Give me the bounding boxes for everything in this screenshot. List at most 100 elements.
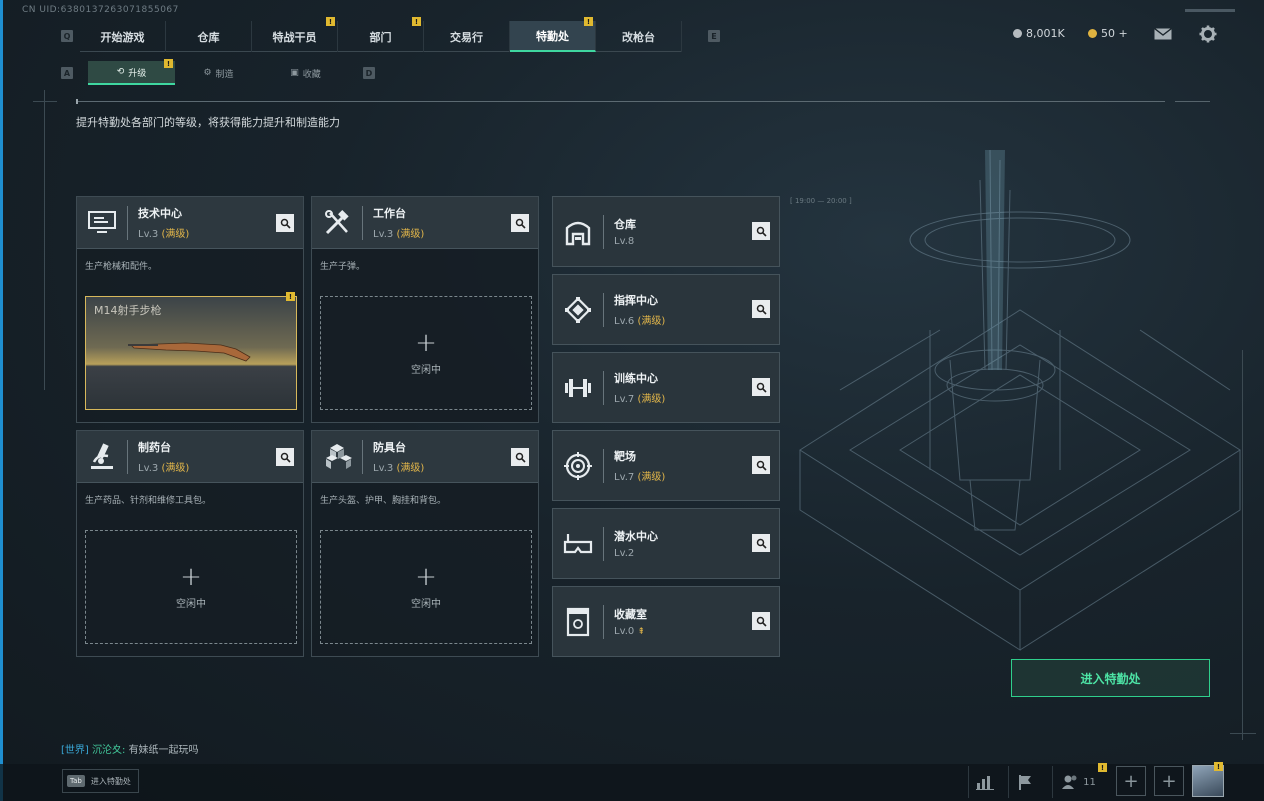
card-pharmacy[interactable]: 制药台 Lv.3 (满级) 生产药品、针剂和维修工具包。 + 空闲中	[76, 430, 304, 657]
currency-main-value: 8,001K	[1026, 27, 1065, 40]
card-header: 技术中心 Lv.3 (满级)	[77, 197, 303, 249]
level-value: Lv.7	[614, 394, 635, 405]
flag-icon[interactable]	[1008, 766, 1040, 798]
tab-label: 特勤处	[536, 29, 569, 43]
subtab-collection[interactable]: ▣ 收藏	[262, 61, 349, 85]
divider-end	[1175, 101, 1210, 102]
chat-message[interactable]: [世界] 沉沦夊: 有妹纸一起玩吗	[61, 741, 199, 756]
card-description: 生产子弹。	[320, 262, 366, 272]
friends-count: 11	[1083, 776, 1096, 788]
add-icon: +	[415, 561, 437, 592]
level-value: Lv.3	[373, 229, 394, 240]
side-item-level: Lv.8	[614, 236, 636, 247]
search-button[interactable]	[752, 378, 770, 396]
tab-start-game[interactable]: 开始游戏	[80, 21, 166, 52]
subtab-label: 制造	[215, 69, 234, 80]
crafting-slot-idle[interactable]: + 空闲中	[320, 296, 532, 410]
search-button[interactable]	[511, 448, 529, 466]
side-item-level: Lv.7 (满级)	[614, 390, 665, 405]
search-button[interactable]	[752, 222, 770, 240]
friends-button[interactable]: 11	[1052, 766, 1104, 798]
boxes-icon	[312, 431, 362, 483]
slot-status: 空闲中	[411, 364, 441, 376]
add-icon: +	[415, 327, 437, 358]
level-value: Lv.2	[614, 548, 635, 559]
card-tech-center[interactable]: 技术中心 Lv.3 (满级) 生产枪械和配件。 M14射手步枪 !	[76, 196, 304, 423]
card-header: 工作台 Lv.3 (满级)	[312, 197, 538, 249]
plus-icon: +	[1123, 770, 1139, 792]
crafting-slot-idle[interactable]: + 空闲中	[85, 530, 297, 644]
tab-shortcut-hint[interactable]: Tab 进入特勤处	[62, 769, 139, 793]
currency-secondary[interactable]: 50 +	[1088, 27, 1128, 40]
add-teammate-button[interactable]: +	[1154, 766, 1184, 796]
tab-operators[interactable]: 特战干员!	[252, 17, 338, 52]
upgrade-icon: ⟲	[116, 67, 125, 77]
level-value: Lv.8	[614, 236, 635, 247]
search-button[interactable]	[752, 612, 770, 630]
side-item-name: 潜水中心	[614, 530, 658, 543]
tab-department[interactable]: 部门!	[338, 17, 424, 52]
side-item-training-center[interactable]: 训练中心 Lv.7 (满级)	[552, 352, 780, 423]
nav-right-key[interactable]: E	[708, 30, 720, 42]
search-button[interactable]	[276, 214, 294, 232]
rifle-icon	[128, 342, 251, 362]
search-button[interactable]	[752, 456, 770, 474]
card-level: Lv.3 (满级)	[373, 459, 424, 474]
search-button[interactable]	[511, 214, 529, 232]
crafting-slot-m14[interactable]: M14射手步枪	[85, 296, 297, 410]
search-icon	[756, 382, 767, 393]
gear-icon[interactable]	[1198, 24, 1218, 44]
search-button[interactable]	[276, 448, 294, 466]
gold-coin-icon	[1088, 29, 1097, 38]
tab-label: 改枪台	[622, 30, 655, 44]
tab-market[interactable]: 交易行	[424, 21, 510, 52]
currency-secondary-value: 50 +	[1101, 27, 1128, 40]
side-item-name: 收藏室	[614, 608, 647, 621]
target-icon	[553, 440, 603, 492]
side-item-command-center[interactable]: 指挥中心 Lv.6 (满级)	[552, 274, 780, 345]
subtab-craft[interactable]: ⚙ 制造	[175, 61, 262, 85]
coin-icon	[1013, 29, 1022, 38]
tab-gunsmith[interactable]: 改枪台	[596, 21, 682, 52]
side-item-name: 指挥中心	[614, 294, 658, 307]
card-armor-bench[interactable]: 防具台 Lv.3 (满级) 生产头盔、护甲、胸挂和背包。 + 空闲中	[311, 430, 539, 657]
search-button[interactable]	[752, 300, 770, 318]
tab-label: 开始游戏	[100, 30, 145, 44]
subnav-right-key[interactable]: D	[363, 67, 375, 79]
level-value: Lv.6	[614, 316, 635, 327]
blueprint-illustration	[799, 150, 1241, 651]
search-icon	[756, 304, 767, 315]
enter-special-ops-button[interactable]: 进入特勤处	[1011, 659, 1210, 697]
side-item-diving-center[interactable]: 潜水中心 Lv.2	[552, 508, 780, 579]
card-workbench[interactable]: 工作台 Lv.3 (满级) 生产子弹。 + 空闲中	[311, 196, 539, 423]
nav-left-key[interactable]: Q	[61, 30, 73, 42]
main-nav: 开始游戏 仓库 特战干员! 部门! 交易行 特勤处! 改枪台	[80, 17, 682, 52]
tab-warehouse[interactable]: 仓库	[166, 21, 252, 52]
alert-badge: !	[326, 17, 335, 26]
mail-icon[interactable]	[1152, 26, 1174, 42]
side-item-name: 靶场	[614, 450, 636, 463]
subnav-left-key[interactable]: A	[61, 67, 73, 79]
frame-line-left	[44, 90, 45, 390]
add-teammate-button[interactable]: +	[1116, 766, 1146, 796]
item-name: M14射手步枪	[94, 304, 162, 317]
currency-main[interactable]: 8,001K	[1013, 27, 1065, 40]
search-button[interactable]	[752, 534, 770, 552]
tab-label: 特战干员	[272, 30, 317, 44]
side-item-collection-room[interactable]: 收藏室 Lv.0 ⇞	[552, 586, 780, 657]
card-description: 生产枪械和配件。	[85, 262, 158, 272]
crafting-slot-idle[interactable]: + 空闲中	[320, 530, 532, 644]
stats-icon[interactable]	[968, 766, 1000, 798]
level-value: Lv.3	[138, 463, 159, 474]
search-icon	[756, 226, 767, 237]
side-item-shooting-range[interactable]: 靶场 Lv.7 (满级)	[552, 430, 780, 501]
search-icon	[515, 218, 526, 229]
tab-label: 部门	[369, 30, 392, 44]
side-item-warehouse[interactable]: 仓库 Lv.8	[552, 196, 780, 267]
card-level: Lv.3 (满级)	[373, 225, 424, 240]
tab-special-ops[interactable]: 特勤处!	[510, 17, 596, 52]
search-icon	[756, 616, 767, 627]
divider-tick	[76, 99, 78, 104]
subtab-upgrade[interactable]: ⟲ 升级 !	[88, 59, 175, 85]
subtab-label: 升级	[128, 68, 147, 79]
